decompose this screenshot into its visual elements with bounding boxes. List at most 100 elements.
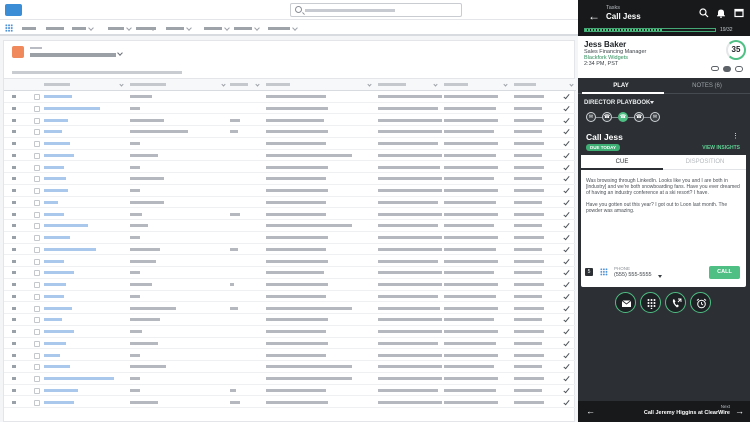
row-checkbox[interactable] bbox=[34, 129, 40, 136]
record-link[interactable] bbox=[44, 189, 68, 192]
table-row[interactable] bbox=[4, 350, 576, 362]
table-row[interactable] bbox=[4, 138, 576, 150]
record-link[interactable] bbox=[44, 106, 100, 110]
row-checkbox[interactable] bbox=[34, 399, 40, 406]
nav-item[interactable] bbox=[108, 27, 124, 30]
chevron-down-icon[interactable] bbox=[255, 82, 260, 87]
column-header[interactable] bbox=[44, 83, 70, 86]
column-header[interactable] bbox=[378, 83, 406, 86]
row-action-icon[interactable] bbox=[12, 224, 16, 228]
nav-item[interactable] bbox=[268, 27, 290, 30]
row-checkbox[interactable] bbox=[34, 235, 40, 241]
record-link[interactable] bbox=[44, 294, 64, 298]
playbook-selector[interactable]: DIRECTOR PLAYBOOK bbox=[584, 100, 650, 106]
row-action-icon[interactable] bbox=[12, 365, 16, 369]
record-link[interactable] bbox=[44, 318, 62, 322]
phone-icon[interactable]: ☎ bbox=[602, 112, 612, 122]
row-action-icon[interactable] bbox=[12, 177, 16, 181]
search-icon[interactable] bbox=[699, 8, 709, 18]
table-row[interactable] bbox=[4, 209, 576, 221]
table-row[interactable] bbox=[4, 232, 576, 244]
row-action-icon[interactable] bbox=[12, 377, 16, 380]
table-row[interactable] bbox=[4, 103, 576, 115]
row-checkbox[interactable] bbox=[34, 329, 40, 335]
row-checkbox[interactable] bbox=[34, 152, 40, 159]
nav-item[interactable] bbox=[166, 27, 184, 30]
row-action-icon[interactable] bbox=[12, 142, 16, 145]
chevron-down-icon[interactable] bbox=[650, 101, 654, 104]
table-row[interactable] bbox=[4, 197, 576, 209]
row-action-icon[interactable] bbox=[12, 400, 16, 404]
row-checkbox[interactable] bbox=[34, 340, 40, 347]
record-link[interactable] bbox=[44, 165, 64, 169]
table-row[interactable] bbox=[4, 385, 576, 397]
chevron-down-icon[interactable] bbox=[367, 82, 372, 87]
email-icon[interactable]: ✉ bbox=[586, 112, 596, 122]
contact-name[interactable]: Jess Baker bbox=[584, 40, 626, 49]
chevron-down-icon[interactable] bbox=[221, 82, 226, 87]
row-checkbox[interactable] bbox=[34, 211, 40, 218]
chevron-down-icon[interactable] bbox=[119, 82, 124, 87]
record-link[interactable] bbox=[44, 388, 78, 392]
table-row[interactable] bbox=[4, 115, 576, 127]
nav-item[interactable] bbox=[234, 27, 252, 30]
phone-number-select[interactable]: (555) 555-5555 bbox=[614, 272, 652, 278]
tab-notes[interactable]: NOTES (6) bbox=[664, 83, 750, 89]
phone-icon[interactable]: ☎ bbox=[618, 112, 628, 122]
row-action-icon[interactable] bbox=[12, 118, 16, 122]
visibility-icon[interactable] bbox=[723, 66, 731, 72]
more-options-icon[interactable]: ⋮ bbox=[732, 132, 739, 140]
row-checkbox[interactable] bbox=[34, 364, 40, 371]
record-link[interactable] bbox=[44, 236, 70, 239]
call-button[interactable]: CALL bbox=[709, 266, 740, 279]
record-link[interactable] bbox=[44, 330, 74, 333]
record-link[interactable] bbox=[44, 212, 64, 216]
row-action-icon[interactable] bbox=[12, 306, 16, 310]
chevron-down-icon[interactable] bbox=[433, 82, 438, 87]
table-row[interactable] bbox=[4, 150, 576, 162]
record-link[interactable] bbox=[44, 200, 58, 204]
record-link[interactable] bbox=[44, 95, 72, 98]
row-action-icon[interactable] bbox=[12, 200, 16, 204]
record-link[interactable] bbox=[44, 400, 74, 404]
row-checkbox[interactable] bbox=[34, 293, 40, 300]
record-link[interactable] bbox=[44, 365, 70, 369]
record-link[interactable] bbox=[44, 283, 66, 286]
table-row[interactable] bbox=[4, 220, 576, 232]
row-action-icon[interactable] bbox=[12, 106, 16, 110]
chevron-down-icon[interactable] bbox=[292, 25, 298, 31]
row-checkbox[interactable] bbox=[34, 376, 40, 382]
table-row[interactable] bbox=[4, 173, 576, 185]
row-action-icon[interactable] bbox=[12, 165, 16, 169]
row-action-icon[interactable] bbox=[12, 236, 16, 239]
chevron-down-icon[interactable] bbox=[254, 25, 260, 31]
tab-disposition[interactable]: DISPOSITION bbox=[664, 159, 746, 165]
record-link[interactable] bbox=[44, 142, 70, 145]
global-search-input[interactable] bbox=[290, 3, 462, 17]
record-link[interactable] bbox=[44, 353, 60, 357]
column-header[interactable] bbox=[514, 83, 536, 86]
arrow-left-icon[interactable]: ← bbox=[586, 406, 595, 416]
record-link[interactable] bbox=[44, 130, 62, 134]
table-row[interactable] bbox=[4, 185, 576, 197]
table-row[interactable] bbox=[4, 126, 576, 138]
row-checkbox[interactable] bbox=[34, 317, 40, 324]
reminder-action-button[interactable] bbox=[690, 292, 711, 313]
next-task-name[interactable]: Call Jeremy Higgins at ClearWire bbox=[644, 410, 730, 416]
nav-item[interactable] bbox=[46, 27, 64, 30]
table-row[interactable] bbox=[4, 256, 576, 268]
call-transfer-action-button[interactable] bbox=[665, 292, 686, 313]
row-checkbox[interactable] bbox=[34, 246, 40, 253]
chevron-down-icon[interactable] bbox=[186, 25, 192, 31]
bell-icon[interactable] bbox=[716, 8, 726, 18]
table-row[interactable] bbox=[4, 373, 576, 385]
table-row[interactable] bbox=[4, 162, 576, 174]
row-action-icon[interactable] bbox=[12, 271, 16, 275]
row-checkbox[interactable] bbox=[34, 352, 40, 359]
chevron-down-icon[interactable] bbox=[658, 275, 662, 278]
record-link[interactable] bbox=[44, 259, 64, 263]
row-checkbox[interactable] bbox=[34, 164, 40, 171]
record-link[interactable] bbox=[44, 271, 74, 275]
row-action-icon[interactable] bbox=[12, 283, 16, 286]
dialpad-icon[interactable] bbox=[600, 268, 608, 276]
